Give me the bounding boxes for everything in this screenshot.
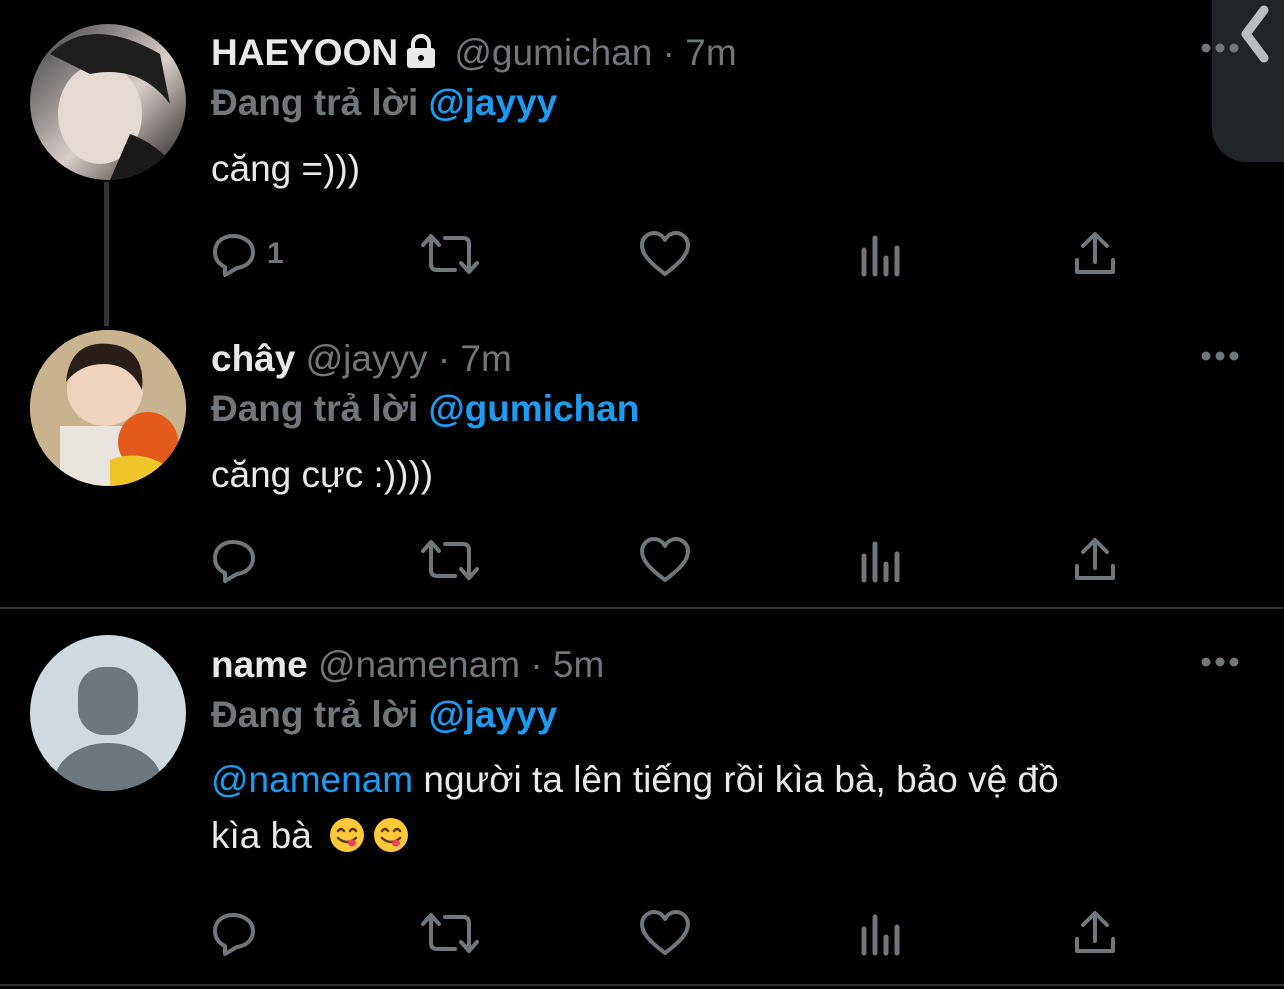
lock-icon [404,34,438,78]
views-icon [861,541,900,583]
views-icon [861,235,900,277]
tweet-text: @namenam người ta lên tiếng rồi kìa bà, … [211,752,1211,864]
display-name[interactable]: name [211,644,308,685]
timestamp[interactable]: 5m [553,644,604,685]
display-name[interactable]: HAEYOON [211,32,398,73]
handle[interactable]: @namenam [318,644,520,685]
display-name[interactable]: chây [211,338,295,379]
more-icon[interactable] [1200,350,1240,362]
separator-dot: · [530,644,543,685]
tweet-text-content: người ta lên tiếng rồi kìa bà, bảo vệ đồ [413,759,1059,800]
reply-prefix: Đang trả lời [211,694,419,735]
reply-prefix: Đang trả lời [211,82,419,123]
views-button[interactable] [859,228,903,280]
mention-link[interactable]: @namenam [211,759,413,800]
views-button[interactable] [859,907,903,959]
separator-dot: · [662,32,675,73]
tweet-text: căng cực :)))) [211,454,434,495]
avatar[interactable] [30,330,186,486]
share-icon [1075,232,1115,274]
avatar[interactable] [30,24,186,180]
like-button[interactable] [639,228,691,280]
retweet-button[interactable] [421,534,479,586]
reply-icon [213,540,255,583]
retweet-icon [421,234,479,274]
tweet-header: HAEYOON @gumichan · 7m [211,31,737,78]
replying-to: Đang trả lời @jayyy [211,81,557,125]
timestamp[interactable]: 7m [685,32,736,73]
reply-button[interactable]: 1 [211,228,284,280]
face-savoring-food-emoji [374,818,409,852]
reply-button[interactable] [211,534,259,586]
reply-count: 1 [267,237,284,270]
replying-to: Đang trả lời @gumichan [211,387,639,431]
reply-mention-link[interactable]: @jayyy [429,694,558,735]
tweet-text-line: @namenam người ta lên tiếng rồi kìa bà, … [211,752,1211,808]
tweet-actions [211,534,1141,586]
tweet-header: chây @jayyy · 7m [211,337,512,381]
reply-icon [213,234,255,277]
tweet-header: name @namenam · 5m [211,643,604,687]
divider [0,607,1284,609]
avatar[interactable] [30,635,186,791]
share-icon [1075,538,1115,580]
share-button[interactable] [1073,907,1117,959]
views-icon [861,914,900,956]
tweet-actions: 1 [211,228,1141,280]
retweet-icon [421,913,479,953]
separator-dot: · [437,338,451,379]
views-button[interactable] [859,534,903,586]
handle[interactable]: @jayyy [306,338,428,379]
reply-button[interactable] [211,907,259,959]
tweet-text-line: kìa bà [211,808,1211,864]
heart-icon [640,910,690,955]
heart-icon [640,537,690,582]
tweet-text: căng =))) [211,148,361,189]
reply-icon [213,913,255,956]
timestamp[interactable]: 7m [460,338,511,379]
tweet[interactable]: chây @jayyy · 7m Đang trả lời @gumichan … [0,306,1284,608]
like-button[interactable] [639,907,691,959]
more-icon[interactable] [1200,656,1240,668]
divider [0,984,1284,986]
tweet-actions [211,907,1141,959]
reply-prefix: Đang trả lời [211,388,419,429]
tweet[interactable]: HAEYOON @gumichan · 7m Đang trả lời @jay… [0,0,1284,300]
heart-icon [640,231,690,276]
retweet-button[interactable] [421,907,479,959]
tweet[interactable]: name @namenam · 5m Đang trả lời @jayyy @… [0,612,1284,982]
handle[interactable]: @gumichan [454,32,652,73]
retweet-icon [421,540,479,580]
share-icon [1075,911,1115,953]
like-button[interactable] [639,534,691,586]
replying-to: Đang trả lời @jayyy [211,693,557,737]
face-savoring-food-emoji [330,818,365,852]
tweet-text-content: kìa bà [211,815,312,856]
more-icon[interactable] [1200,42,1240,54]
share-button[interactable] [1073,534,1117,586]
retweet-button[interactable] [421,228,479,280]
reply-mention-link[interactable]: @gumichan [429,388,640,429]
reply-mention-link[interactable]: @jayyy [429,82,558,123]
share-button[interactable] [1073,228,1117,280]
default-avatar-icon [54,667,162,791]
